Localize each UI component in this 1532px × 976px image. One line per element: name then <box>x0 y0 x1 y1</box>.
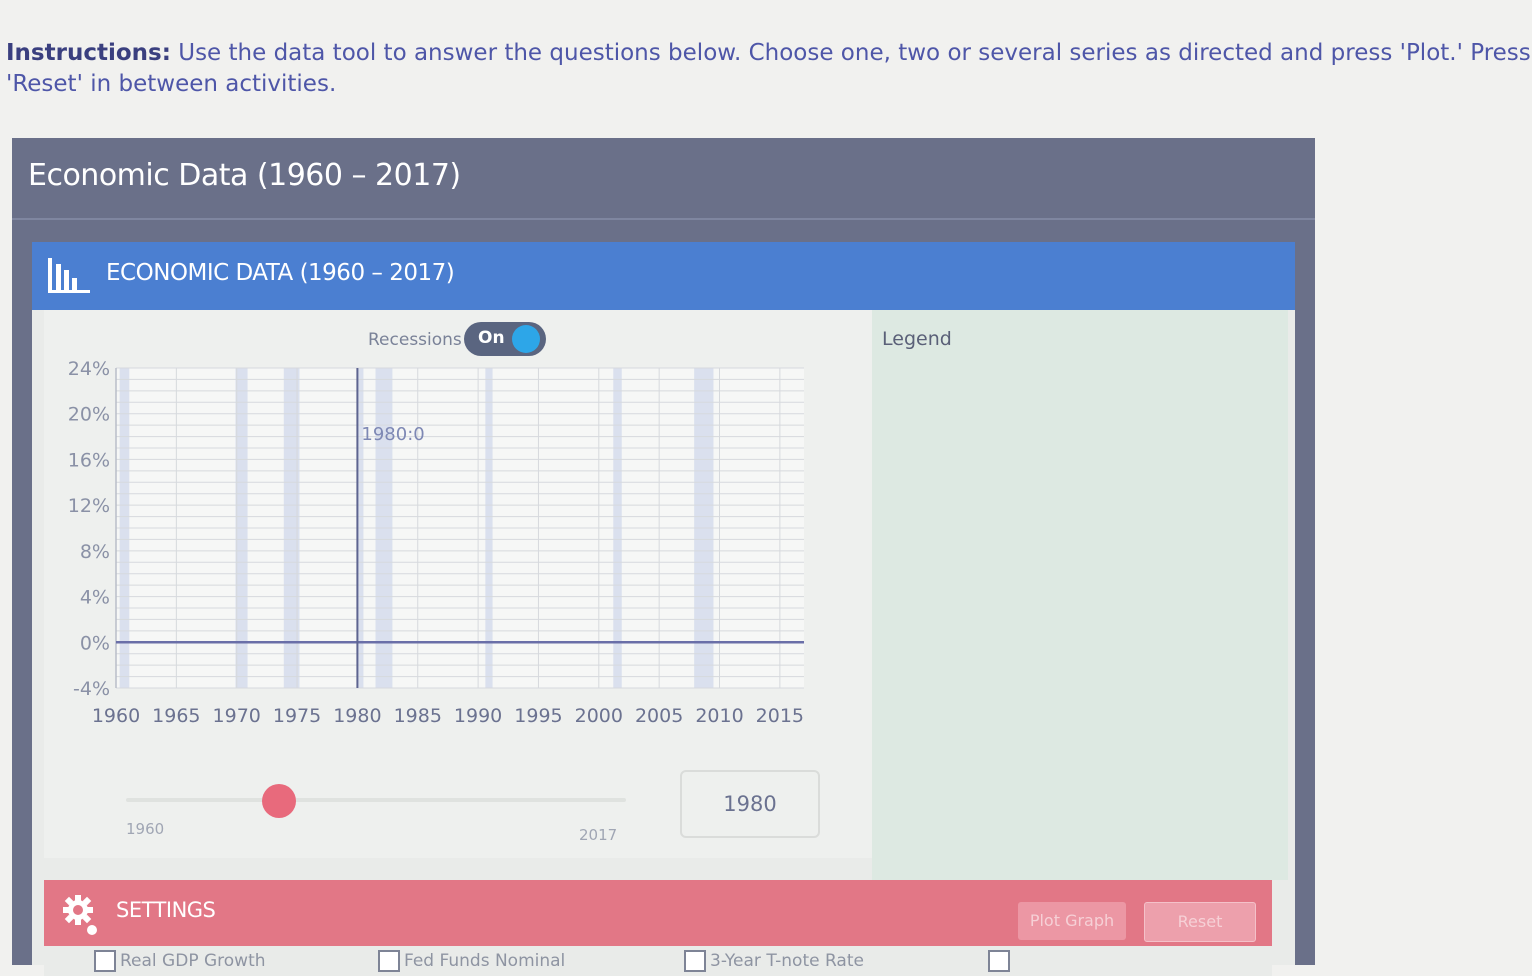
year-input[interactable]: 1980 <box>680 770 820 838</box>
year-slider-handle[interactable] <box>261 784 296 818</box>
x-tick-label: 1965 <box>152 705 200 727</box>
y-tick-label: -4% <box>73 678 110 700</box>
year-slider-track[interactable] <box>126 798 626 802</box>
y-tick-label: 0% <box>80 632 110 654</box>
checkbox-fed-funds-nominal[interactable]: Fed Funds Nominal <box>378 950 565 972</box>
checkbox-box[interactable] <box>94 950 116 972</box>
y-tick-label: 24% <box>68 358 110 380</box>
checkbox-box[interactable] <box>988 950 1010 972</box>
series-checkboxes: Real GDP Growth Fed Funds Nominal 3-Year… <box>44 946 1272 976</box>
x-tick-label: 2010 <box>695 705 743 727</box>
year-cursor-label: 1980:0 <box>361 424 424 445</box>
panel-title: Economic Data (1960 – 2017) <box>28 158 461 193</box>
y-tick-label: 4% <box>80 587 110 609</box>
data-tool: ECONOMIC DATA (1960 – 2017) Recessions O… <box>32 242 1295 976</box>
economic-chart[interactable]: 24% 20% 16% 12% 8% 4% 0% -4% 1960 1965 1970 1975 198… <box>44 310 872 770</box>
gear-icon[interactable] <box>62 894 102 942</box>
checkbox-box[interactable] <box>684 950 706 972</box>
slider-max-label: 2017 <box>579 826 618 844</box>
x-tick-label: 1990 <box>454 705 502 727</box>
settings-bar: SETTINGS Plot Graph Reset Real GDP Growt… <box>44 880 1272 976</box>
tool-header-title: ECONOMIC DATA (1960 – 2017) <box>106 260 455 286</box>
x-tick-label: 1995 <box>514 705 562 727</box>
x-tick-label: 1975 <box>273 705 321 727</box>
checkbox-label: Real GDP Growth <box>120 951 266 971</box>
legend-panel: Legend <box>872 310 1288 880</box>
economic-data-panel: Economic Data (1960 – 2017) ECONOMIC DAT… <box>12 138 1315 976</box>
checkbox-label: Fed Funds Nominal <box>404 951 566 971</box>
instructions-text: Instructions: Use the data tool to answe… <box>6 38 1531 100</box>
bar-chart-icon <box>46 256 92 300</box>
x-tick-label: 2015 <box>756 705 804 727</box>
y-tick-label: 12% <box>68 495 110 517</box>
y-tick-label: 16% <box>68 449 110 471</box>
slider-min-label: 1960 <box>126 820 165 838</box>
x-tick-label: 2000 <box>575 705 623 727</box>
checkbox-box[interactable] <box>378 950 400 972</box>
reset-button[interactable]: Reset <box>1144 902 1256 942</box>
instructions-label: Instructions: <box>6 40 171 66</box>
y-tick-label: 8% <box>80 541 110 563</box>
checkbox-label: 3-Year T-note Rate <box>710 951 864 971</box>
settings-title: SETTINGS <box>116 898 216 922</box>
x-tick-label: 1960 <box>92 705 140 727</box>
chart-area: Recessions On 24% 20% 16% 12% 8% 4% 0% -4% 1960 1… <box>44 310 872 858</box>
legend-title: Legend <box>882 328 952 350</box>
x-tick-label: 1985 <box>394 705 442 727</box>
instructions-body: Use the data tool to answer the question… <box>6 40 1531 97</box>
panel-divider <box>12 218 1315 220</box>
x-tick-label: 1970 <box>213 705 261 727</box>
plot-graph-button[interactable]: Plot Graph <box>1018 902 1126 940</box>
x-tick-label: 2005 <box>635 705 683 727</box>
checkbox-series-4[interactable] <box>988 950 1014 972</box>
tool-header: ECONOMIC DATA (1960 – 2017) <box>32 242 1295 310</box>
y-tick-label: 20% <box>68 404 110 426</box>
checkbox-3-year-t-note-rate[interactable]: 3-Year T-note Rate <box>684 950 864 972</box>
checkbox-real-gdp-growth[interactable]: Real GDP Growth <box>94 950 266 972</box>
x-tick-label: 1980 <box>333 705 381 727</box>
